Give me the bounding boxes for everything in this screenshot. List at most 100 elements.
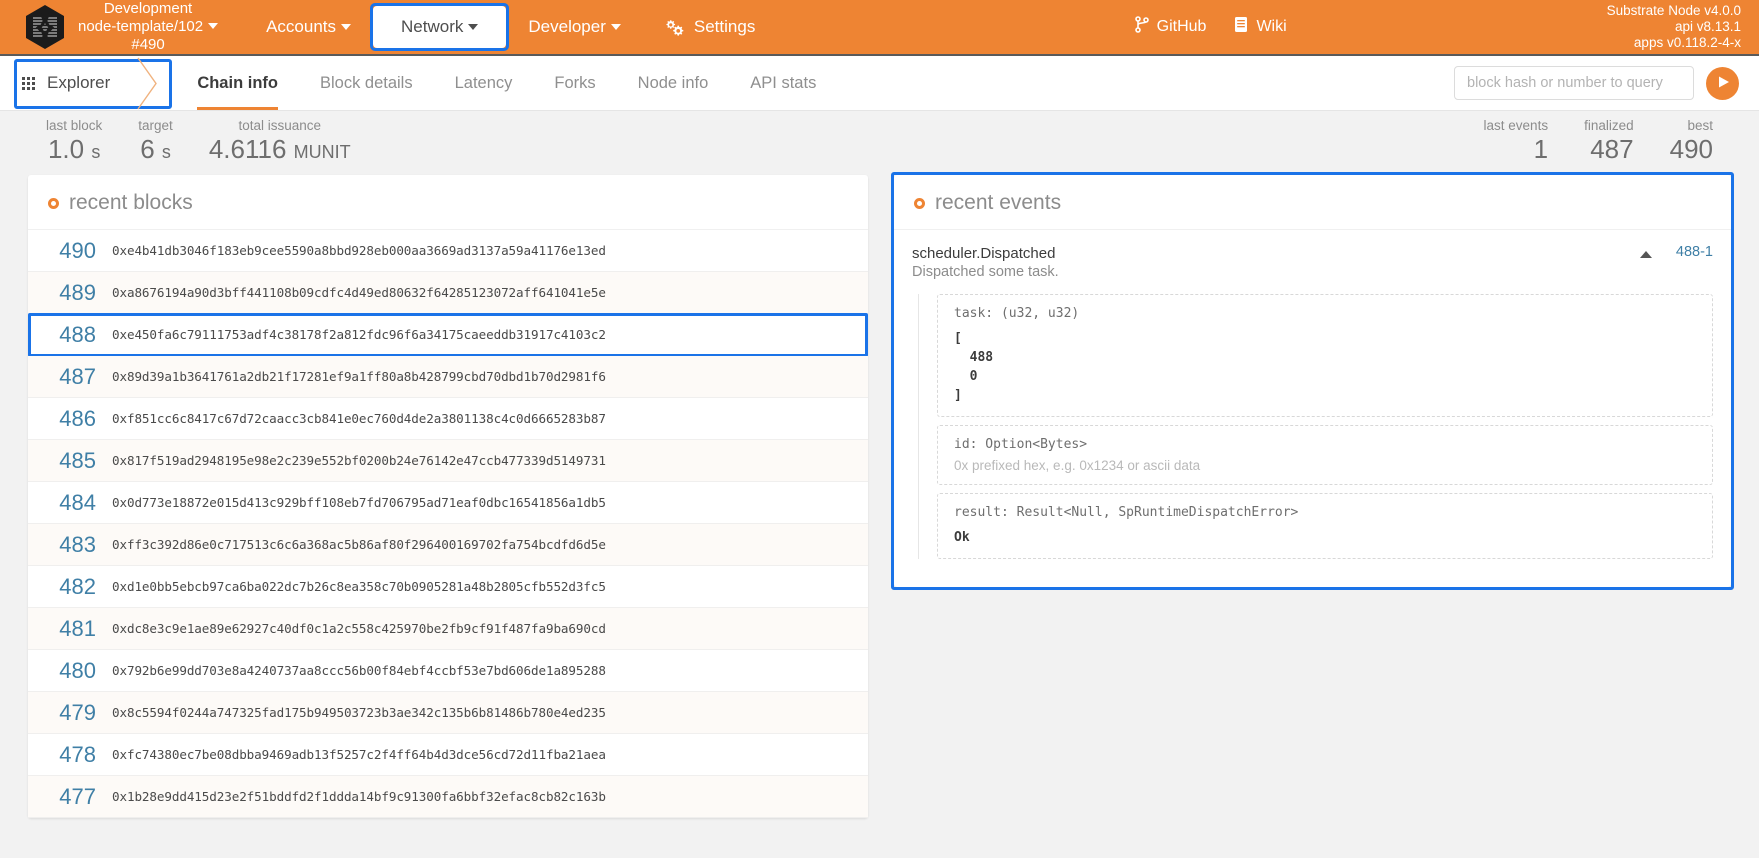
github-label: GitHub xyxy=(1156,18,1207,35)
gear-icon xyxy=(665,19,685,36)
table-row[interactable]: 479 0x8c5594f0244a747325fad175b949503723b… xyxy=(28,692,868,734)
collapse-toggle-icon[interactable] xyxy=(1639,251,1652,258)
stat-label: total issuance xyxy=(238,118,321,133)
chain-name: Development xyxy=(103,0,193,17)
param-label: id: Option<Bytes> xyxy=(954,437,1088,452)
explorer-tabs: Chain info Block details Latency Forks N… xyxy=(176,56,837,110)
stat-total-issuance: total issuance 4.6116 MUNIT xyxy=(191,117,369,166)
tab-latency[interactable]: Latency xyxy=(434,56,534,110)
table-row[interactable]: 486 0xf851cc6c8417c67d72caacc3cb841e0ec76… xyxy=(28,398,868,440)
table-row[interactable]: 477 0x1b28e9dd415d23e2f51bddfd2f1ddda14bf… xyxy=(28,776,868,818)
book-icon xyxy=(1234,16,1248,38)
event-params: task: (u32, u32) [ 488 0 ] id: Option<By… xyxy=(918,294,1713,559)
tab-label: Node info xyxy=(637,73,709,92)
wiki-link[interactable]: Wiki xyxy=(1234,16,1287,38)
query-submit-button[interactable] xyxy=(1706,66,1739,100)
table-row[interactable]: 488 0xe450fa6c79111753adf4c38178f2a812fdc… xyxy=(28,313,868,357)
table-row[interactable]: 489 0xa8676194a90d3bff441108b09cdfc4d49ed… xyxy=(28,272,868,314)
block-number-link[interactable]: 481 xyxy=(44,616,112,642)
block-number-link[interactable]: 484 xyxy=(44,490,112,516)
table-row[interactable]: 483 0xff3c392d86e0c717513c6c6a368ac5b86af… xyxy=(28,524,868,566)
nav-item-settings[interactable]: Settings xyxy=(643,7,777,47)
status-dot-icon xyxy=(48,197,59,209)
param-placeholder: 0x prefixed hex, e.g. 0x1234 or ascii da… xyxy=(954,458,1201,473)
chevron-down-icon xyxy=(610,24,621,30)
topbar-right: GitHub Wiki Substrate Node v4.0.0 api v8… xyxy=(1134,3,1741,51)
block-number-link[interactable]: 487 xyxy=(44,364,112,390)
block-number-link[interactable]: 480 xyxy=(44,658,112,684)
event-index-link[interactable]: 488-1 xyxy=(1664,244,1713,260)
nav-item-accounts[interactable]: Accounts xyxy=(244,7,373,47)
param-id: id: Option<Bytes> 0x prefixed hex, e.g. … xyxy=(937,425,1713,485)
block-number-link[interactable]: 485 xyxy=(44,448,112,474)
event-titles: scheduler.Dispatched Dispatched some tas… xyxy=(912,244,1628,282)
stat-label: last block xyxy=(46,118,103,133)
event-item: scheduler.Dispatched Dispatched some tas… xyxy=(894,230,1731,587)
recent-events-header: recent events xyxy=(894,175,1731,230)
tab-forks[interactable]: Forks xyxy=(533,56,616,110)
tab-node-info[interactable]: Node info xyxy=(617,56,730,110)
block-hash: 0x817f519ad2948195e98e2c239e552bf0200b24… xyxy=(112,453,606,468)
table-row[interactable]: 490 0xe4b41db3046f183eb9cee5590a8bbd928eb… xyxy=(28,230,868,272)
recent-blocks-card: recent blocks 490 0xe4b41db3046f183eb9cee… xyxy=(28,175,868,818)
table-row[interactable]: 482 0xd1e0bb5ebcb97ca6ba022dc7b26c8ea358c… xyxy=(28,566,868,608)
table-row[interactable]: 478 0xfc74380ec7be08dbba9469adb13f5257c2f… xyxy=(28,734,868,776)
block-number-link[interactable]: 478 xyxy=(44,742,112,768)
tab-block-details[interactable]: Block details xyxy=(299,56,434,110)
block-hash: 0xd1e0bb5ebcb97ca6ba022dc7b26c8ea358c70b… xyxy=(112,579,606,594)
block-number-link[interactable]: 479 xyxy=(44,700,112,726)
chevron-down-icon[interactable] xyxy=(208,23,219,29)
tab-bar: Explorer Chain info Block details Latenc… xyxy=(0,56,1759,111)
block-number-link[interactable]: 482 xyxy=(44,574,112,600)
github-link[interactable]: GitHub xyxy=(1134,16,1207,38)
param-value: [ 488 0 ] xyxy=(954,331,994,403)
section-explorer[interactable]: Explorer xyxy=(0,56,172,110)
recent-blocks-header: recent blocks xyxy=(28,175,868,230)
block-number-link[interactable]: 488 xyxy=(44,322,112,348)
table-row[interactable]: 480 0x792b6e99dd703e8a4240737aa8ccc56b00f… xyxy=(28,650,868,692)
table-row[interactable]: 485 0x817f519ad2948195e98e2c239e552bf0200… xyxy=(28,440,868,482)
tab-api-stats[interactable]: API stats xyxy=(729,56,837,110)
stat-last-events: last events 1 xyxy=(1466,117,1567,163)
nav-label-settings: Settings xyxy=(693,17,756,36)
chain-selector[interactable]: Development node-template/102 #490 xyxy=(24,0,219,54)
block-number-link[interactable]: 489 xyxy=(44,280,112,306)
block-number-link[interactable]: 483 xyxy=(44,532,112,558)
stat-unit: MUNIT xyxy=(293,142,351,162)
block-hash: 0xe4b41db3046f183eb9cee5590a8bbd928eb000… xyxy=(112,243,606,258)
nav-item-developer[interactable]: Developer xyxy=(506,7,643,47)
chain-node: node-template/102 xyxy=(78,18,204,35)
query-form xyxy=(1454,56,1759,110)
param-result: result: Result<Null, SpRuntimeDispatchEr… xyxy=(937,493,1713,559)
table-row[interactable]: 481 0xdc8e3c9e1ae89e62927c40df0c1a2c558c4… xyxy=(28,608,868,650)
section-explorer-label: Explorer xyxy=(47,73,111,92)
version-info: Substrate Node v4.0.0 api v8.13.1 apps v… xyxy=(1607,3,1741,51)
stat-finalized: finalized 487 xyxy=(1566,117,1652,163)
stat-unit: s xyxy=(91,142,101,162)
block-hash: 0x89d39a1b3641761a2db21f17281ef9a1ff80a8… xyxy=(112,369,606,384)
main-content: recent blocks 490 0xe4b41db3046f183eb9cee… xyxy=(0,172,1759,818)
block-number-link[interactable]: 477 xyxy=(44,784,112,810)
tab-chain-info[interactable]: Chain info xyxy=(176,56,299,110)
param-task: task: (u32, u32) [ 488 0 ] xyxy=(937,294,1713,417)
block-number-link[interactable]: 486 xyxy=(44,406,112,432)
recent-blocks-title: recent blocks xyxy=(69,191,193,214)
recent-blocks-list: 490 0xe4b41db3046f183eb9cee5590a8bbd928eb… xyxy=(28,230,868,818)
block-hash: 0x1b28e9dd415d23e2f51bddfd2f1ddda14bf9c9… xyxy=(112,789,606,804)
tab-label: Latency xyxy=(454,73,513,92)
nav-label-accounts: Accounts xyxy=(266,17,337,36)
stat-value: 1 xyxy=(1533,134,1549,164)
block-number-link[interactable]: 490 xyxy=(44,238,112,264)
table-row[interactable]: 487 0x89d39a1b3641761a2db21f17281ef9a1ff8… xyxy=(28,356,868,398)
block-hash: 0xe450fa6c79111753adf4c38178f2a812fdc96f… xyxy=(112,327,606,342)
tab-label: Forks xyxy=(554,73,596,92)
tab-label: Block details xyxy=(319,73,413,92)
query-input[interactable] xyxy=(1454,66,1694,100)
nav-network-highlight: Network xyxy=(370,3,510,51)
summary-left: last block 1.0 s target 6 s total issuan… xyxy=(28,117,369,166)
stat-value: 487 xyxy=(1590,134,1634,164)
table-row[interactable]: 484 0x0d773e18872e015d413c929bff108eb7fd7… xyxy=(28,482,868,524)
block-hash: 0xdc8e3c9e1ae89e62927c40df0c1a2c558c4259… xyxy=(112,621,606,636)
nav-item-network[interactable]: Network xyxy=(373,6,507,48)
stat-unit: s xyxy=(161,142,171,162)
